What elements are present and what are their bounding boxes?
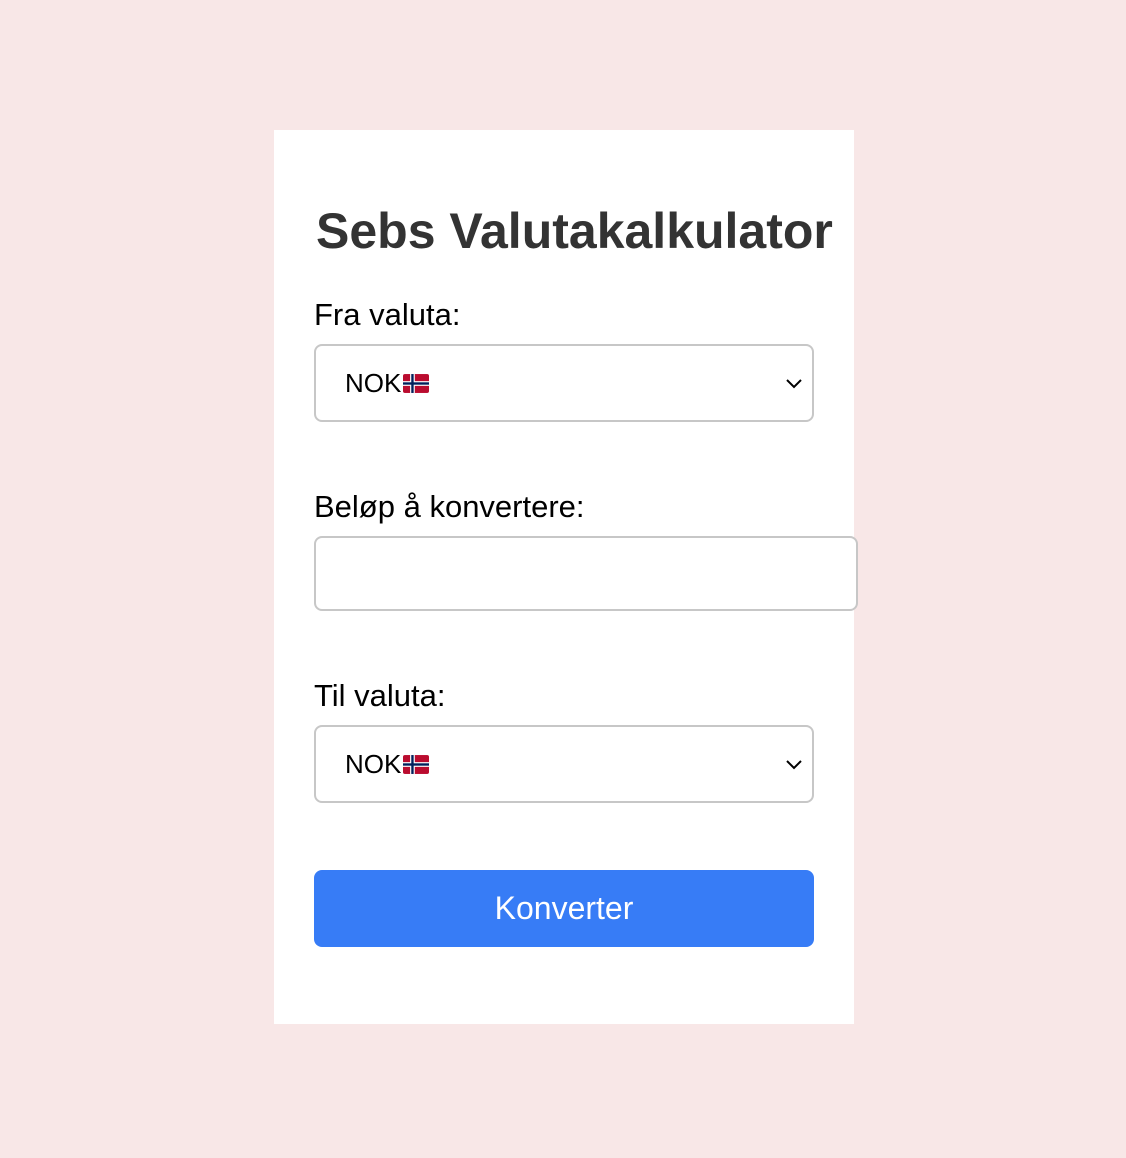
chevron-down-icon	[786, 760, 802, 770]
from-currency-value: NOK	[345, 368, 430, 399]
to-currency-value: NOK	[345, 749, 430, 780]
chevron-down-icon	[786, 379, 802, 389]
to-currency-select[interactable]: NOK	[314, 725, 814, 803]
to-currency-label: Til valuta:	[314, 678, 446, 713]
amount-label: Beløp å konvertere:	[314, 489, 585, 524]
convert-button[interactable]: Konverter	[314, 870, 814, 947]
page-title: Sebs Valutakalkulator	[316, 203, 833, 259]
norway-flag-icon	[403, 374, 430, 393]
from-currency-select[interactable]: NOK	[314, 344, 814, 422]
to-currency-code: NOK	[345, 749, 402, 779]
amount-input[interactable]	[314, 536, 858, 611]
from-currency-code: NOK	[345, 368, 402, 398]
from-currency-label: Fra valuta:	[314, 297, 461, 332]
norway-flag-icon	[403, 755, 430, 774]
converter-card: Sebs Valutakalkulator Fra valuta: NOK Be…	[274, 130, 858, 1024]
